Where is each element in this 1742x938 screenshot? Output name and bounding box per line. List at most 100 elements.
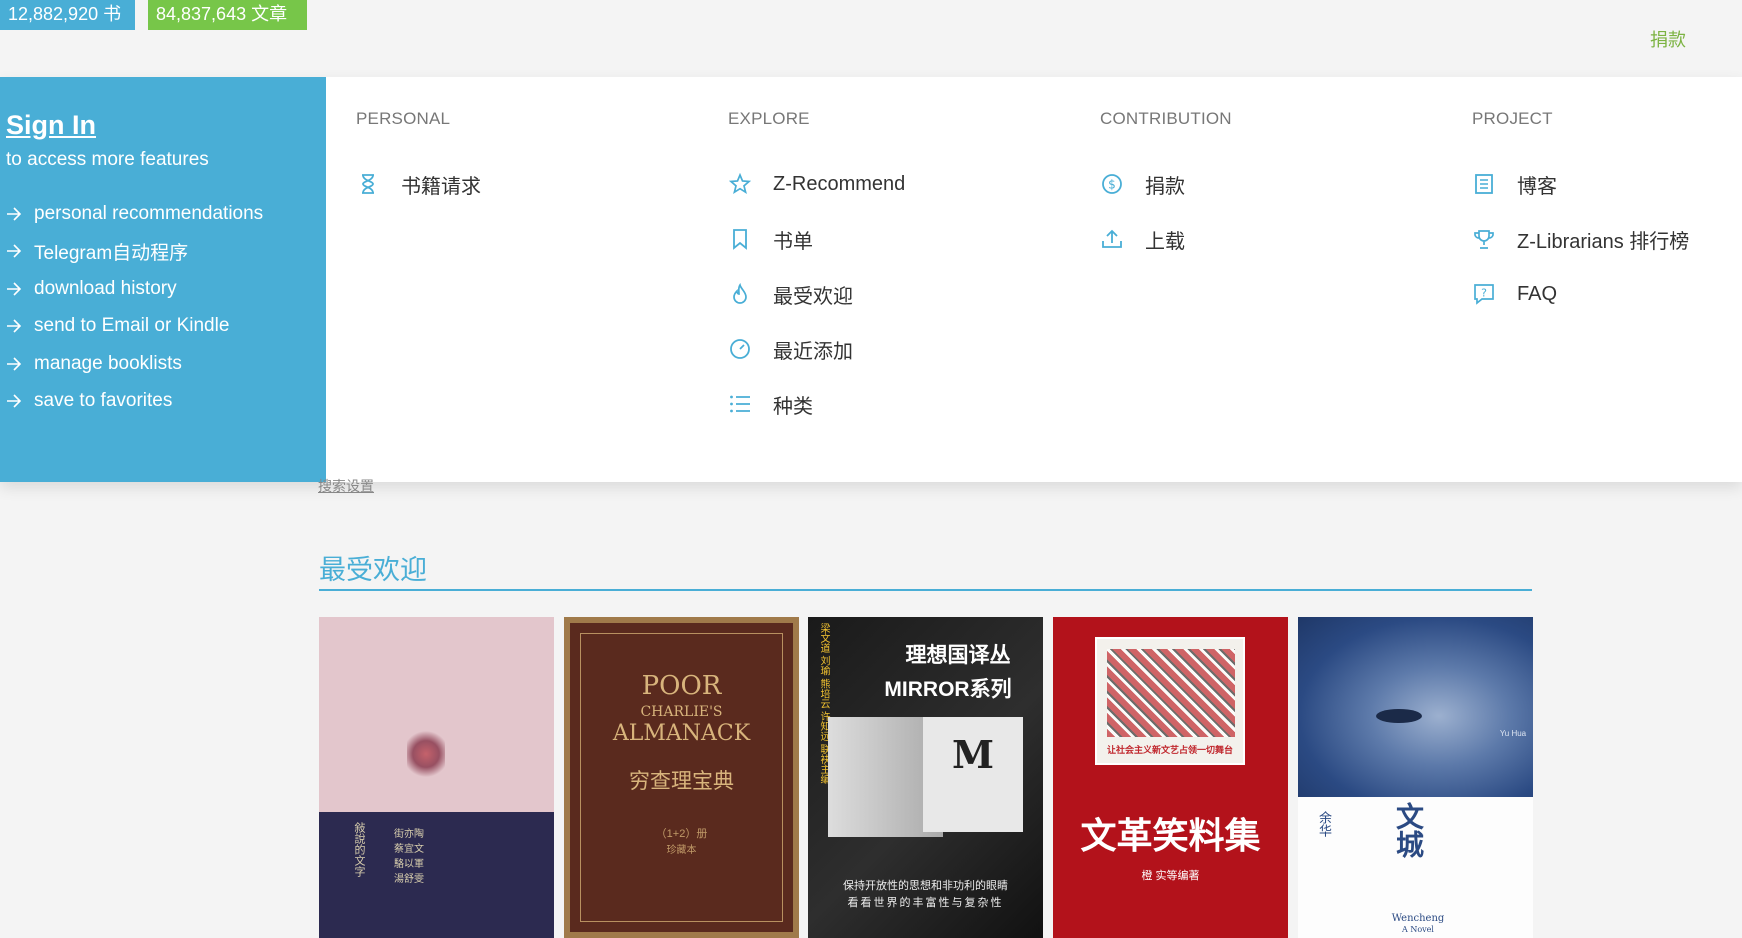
- feature-save-favorites: save to favorites: [6, 387, 172, 415]
- cover-side-title: 敍說的文字: [353, 822, 366, 877]
- cover-editor: 橙 实等编著: [1141, 870, 1200, 882]
- column-heading: CONTRIBUTION: [1100, 109, 1232, 128]
- menu-item-categories[interactable]: 种类: [728, 389, 813, 419]
- menu-item-z-librarians-ranking[interactable]: Z-Librarians 排行榜: [1472, 224, 1689, 254]
- cover-author: 蔡宜文: [394, 844, 424, 855]
- cover-author-en: Yu Hua: [1499, 729, 1527, 738]
- upload-icon: [1100, 227, 1124, 251]
- sparkle-star-icon: [728, 172, 752, 196]
- cover-illustration: 让社会主义新文艺占领一切舞台: [1095, 637, 1245, 765]
- book-cover-2[interactable]: POOR CHARLIE'S ALMANACK 穷查理宝典 （1+2）册 珍藏本: [564, 617, 799, 938]
- menu-item-label: Z-Librarians 排行榜: [1517, 230, 1690, 253]
- feature-label: personal recommendations: [34, 203, 264, 224]
- book-cover-5[interactable]: Yu Hua 余华 文城 Wencheng A Novel: [1298, 617, 1533, 938]
- cover-banner: 让社会主义新文艺占领一切舞台: [1106, 745, 1233, 755]
- menu-item-booklists[interactable]: 书单: [728, 224, 813, 254]
- dollar-coin-icon: $: [1100, 172, 1124, 196]
- cover-eye: [1376, 709, 1422, 723]
- trophy-icon: [1472, 227, 1496, 251]
- feature-manage-booklists: manage booklists: [6, 350, 182, 378]
- menu-item-z-recommend[interactable]: Z-Recommend: [728, 169, 905, 199]
- menu-item-label: 博客: [1517, 175, 1557, 198]
- menu-item-label: 捐款: [1145, 175, 1185, 198]
- svg-text:$: $: [1108, 178, 1116, 192]
- column-heading: EXPLORE: [728, 109, 810, 128]
- bookmark-icon: [728, 227, 752, 251]
- menu-column-project: PROJECT 博客 Z-Librarians 排行榜 ? FAQ: [1472, 77, 1742, 482]
- cover-note: 珍藏本: [666, 845, 697, 856]
- menu-column-personal: PERSONAL 书籍请求: [356, 77, 696, 482]
- cover-title: POOR: [641, 671, 722, 701]
- menu-item-label: 书单: [773, 230, 813, 253]
- feature-label: Telegram自动程序: [34, 242, 189, 264]
- arrow-right-icon: [6, 394, 26, 408]
- arrow-right-icon: [6, 319, 26, 333]
- menu-item-upload[interactable]: 上载: [1100, 224, 1185, 254]
- column-heading: PROJECT: [1472, 109, 1553, 128]
- signin-panel: Sign In to access more features personal…: [0, 77, 326, 482]
- arrow-right-icon: [6, 207, 26, 221]
- cover-chinese-title: 文城: [1393, 802, 1424, 858]
- menu-column-explore: EXPLORE Z-Recommend 书单 最受欢迎 最近添加 种类: [728, 77, 1068, 482]
- cover-author: 余华: [1317, 811, 1332, 837]
- menu-item-label: 种类: [773, 395, 813, 418]
- mega-menu: Sign In to access more features personal…: [0, 77, 1742, 482]
- books-count-badge[interactable]: 12,882,920 书: [0, 0, 135, 30]
- cover-m-logo: M: [951, 732, 995, 777]
- feature-personal-recommendations: personal recommendations: [6, 200, 263, 228]
- menu-item-faq[interactable]: ? FAQ: [1472, 279, 1557, 309]
- question-bubble-icon: ?: [1472, 282, 1496, 306]
- feature-send-to-kindle: send to Email or Kindle: [6, 312, 229, 340]
- menu-item-donate[interactable]: $ 捐款: [1100, 169, 1185, 199]
- cover-english-subtitle: A Novel: [1402, 925, 1434, 934]
- section-title-most-popular: 最受欢迎: [319, 555, 427, 585]
- book-cover-4[interactable]: 让社会主义新文艺占领一切舞台 文革笑料集 橙 实等编著: [1053, 617, 1288, 938]
- sign-in-link[interactable]: Sign In: [6, 110, 96, 141]
- arrow-right-icon: [6, 282, 26, 296]
- menu-item-label: 最近添加: [773, 340, 853, 363]
- cover-illustration: [407, 727, 445, 781]
- articles-count-badge[interactable]: 84,837,643 文章: [148, 0, 307, 30]
- svg-text:?: ?: [1481, 287, 1487, 300]
- cover-author: 駱以軍: [394, 859, 424, 870]
- arrow-right-icon: [6, 244, 26, 258]
- cover-author: 湯舒雯: [394, 874, 424, 885]
- top-bar: 12,882,920 书 84,837,643 文章 捐款: [0, 0, 1742, 77]
- list-icon: [728, 392, 752, 416]
- book-cover-3[interactable]: 梁文道 刘瑜 熊培云 许知远 联袂主编 理想国译丛 MIRROR系列 M 保持开…: [808, 617, 1043, 938]
- feature-label: download history: [34, 278, 177, 299]
- menu-item-blog[interactable]: 博客: [1472, 169, 1557, 199]
- cover-subtitle: ALMANACK: [612, 721, 751, 746]
- cover-drawing: [1107, 649, 1235, 737]
- hourglass-icon: [356, 172, 380, 196]
- document-icon: [1472, 172, 1496, 196]
- menu-item-label: 最受欢迎: [773, 285, 853, 308]
- menu-item-book-request[interactable]: 书籍请求: [356, 169, 481, 199]
- arrow-right-icon: [6, 357, 26, 371]
- feature-label: save to favorites: [34, 390, 173, 411]
- column-heading: PERSONAL: [356, 109, 451, 128]
- cover-authors: 街亦陶 蔡宜文 駱以軍 湯舒雯: [394, 827, 424, 887]
- feature-telegram-bot: Telegram自动程序: [6, 237, 188, 265]
- menu-item-label: FAQ: [1517, 282, 1558, 305]
- section-divider: [319, 589, 1532, 591]
- cover-tagline: 保持开放性的思想和非功利的眼睛: [843, 880, 1008, 892]
- cover-english-title: Wencheng: [1391, 913, 1445, 924]
- menu-item-label: 上载: [1145, 230, 1185, 253]
- menu-item-label: 书籍请求: [401, 175, 481, 198]
- cover-author: 街亦陶: [394, 829, 424, 840]
- feature-download-history: download history: [6, 275, 177, 303]
- menu-item-recently-added[interactable]: 最近添加: [728, 334, 853, 364]
- search-settings-link[interactable]: 搜索设置: [318, 476, 374, 496]
- cover-title: 理想国译丛: [905, 644, 1011, 667]
- flame-icon: [728, 282, 752, 306]
- cover-subtitle: CHARLIE'S: [640, 704, 723, 720]
- book-cover-1[interactable]: 敍說的文字 街亦陶 蔡宜文 駱以軍 湯舒雯: [319, 617, 554, 938]
- menu-column-contribution: CONTRIBUTION $ 捐款 上载: [1100, 77, 1440, 482]
- donate-link[interactable]: 捐款: [1650, 26, 1686, 52]
- clock-icon: [728, 337, 752, 361]
- cover-note: （1+2）册: [655, 828, 708, 840]
- menu-item-most-popular[interactable]: 最受欢迎: [728, 279, 853, 309]
- cover-subtitle: MIRROR系列: [884, 678, 1012, 701]
- menu-item-label: Z-Recommend: [773, 172, 906, 195]
